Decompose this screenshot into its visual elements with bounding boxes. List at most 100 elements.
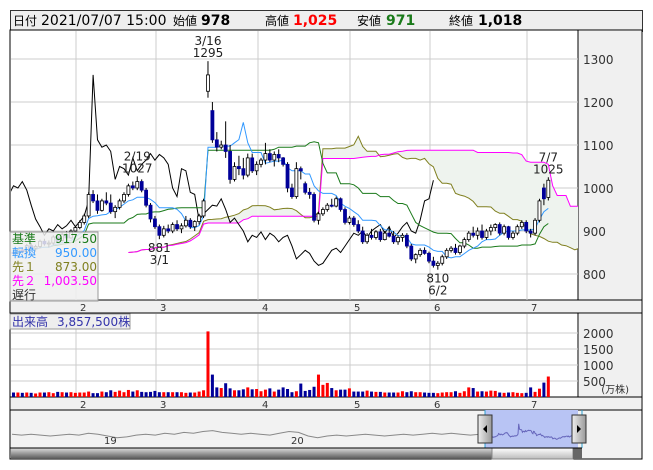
candle-body (161, 228, 166, 236)
volume-bar (290, 392, 294, 397)
volume-bar (268, 388, 272, 397)
volume-bar (281, 387, 285, 397)
candle-body (440, 256, 445, 264)
volume-tick-label: 2000 (583, 327, 614, 341)
candle-body (471, 232, 476, 236)
volume-bar (197, 391, 201, 397)
volume-bar (387, 392, 391, 397)
candle-body (404, 234, 409, 247)
volume-bar (162, 392, 166, 397)
candle-body (298, 168, 303, 172)
senkou2-value: 1,003.50 (44, 274, 97, 288)
candle (537, 198, 542, 223)
senkou1-label: 先１ (12, 260, 36, 274)
volume-bar (409, 391, 413, 397)
volume-bar (118, 390, 122, 397)
volume-bar (445, 392, 449, 397)
candle (338, 197, 343, 212)
candle-body (444, 249, 449, 258)
chikou-label: 遅行 (12, 288, 36, 302)
volume-bar (73, 392, 77, 397)
volume-bar (436, 393, 440, 397)
volume-bar (65, 392, 69, 397)
volume-bar (144, 392, 148, 397)
tenkan-label: 転換 (12, 246, 36, 260)
candle-body (422, 249, 427, 254)
candle-body (237, 166, 241, 170)
candle-body (232, 166, 237, 180)
volume-bar (542, 382, 546, 397)
volume-bar (405, 392, 409, 397)
volume-bar (149, 391, 153, 397)
candle-body (303, 183, 308, 193)
date-tick-label: 4 (262, 400, 268, 411)
scrollbar-track[interactable] (11, 448, 492, 459)
candle-body (263, 153, 268, 161)
candle-body (542, 187, 546, 200)
volume-label-box: 出来高 3,857,500株 (9, 313, 131, 330)
candle-body (219, 144, 224, 148)
candle-body (241, 168, 246, 176)
volume-bar (69, 392, 73, 397)
volume-bar (104, 392, 108, 397)
candle-body (157, 226, 162, 236)
volume-bar (507, 392, 511, 397)
candle-body (351, 217, 356, 225)
candle-body (382, 232, 387, 240)
volume-bar (140, 391, 144, 397)
candle-body (449, 247, 453, 251)
candle-body (533, 219, 537, 234)
volume-bar (126, 389, 130, 397)
candle-body (502, 226, 507, 234)
volume-bar (255, 389, 259, 397)
candle-body (546, 179, 551, 198)
volume-bar (202, 390, 206, 397)
main-date-axis (11, 300, 641, 313)
candle (497, 222, 502, 236)
candle-body (77, 221, 82, 228)
volume-bar (210, 374, 214, 397)
volume-bar (400, 391, 404, 397)
volume-bar (383, 392, 387, 397)
candle (285, 162, 290, 193)
kijun-label: 基準 (12, 231, 36, 246)
candle-body (148, 204, 153, 220)
candle-body (206, 74, 210, 92)
navigator-right-handle[interactable] (571, 414, 587, 444)
volume-bar (131, 391, 135, 397)
candle-body (250, 157, 255, 172)
scrollbar-end (573, 448, 582, 459)
navigator-window[interactable] (485, 410, 578, 448)
candle-body (135, 181, 140, 189)
candle-body (175, 224, 179, 230)
volume-bar (206, 331, 210, 397)
scrollbar-thumb[interactable] (491, 447, 574, 460)
volume-bar (427, 392, 431, 397)
candle-body (391, 235, 396, 243)
volume-bar (467, 387, 471, 397)
candle-body (290, 187, 294, 197)
volume-bar (356, 391, 360, 397)
candle-body (400, 234, 405, 238)
candle-body (329, 204, 334, 207)
volume-value: 3,857,500株 (57, 314, 130, 329)
candle-body (488, 227, 493, 232)
price-tick-label: 1100 (583, 139, 614, 153)
candle-body (537, 200, 542, 221)
candle-body (387, 232, 392, 237)
volume-tick-label: 1500 (583, 343, 614, 357)
navigator-left-handle[interactable] (477, 414, 493, 444)
volume-bar (219, 388, 223, 397)
candle-body (409, 245, 414, 260)
volume-bar (511, 392, 515, 397)
candle (86, 192, 91, 219)
stock-chart-window: 日付 2021/07/07 15:00 始値 978 高値 1,025 安値 9… (0, 0, 653, 470)
volume-bar (100, 391, 104, 397)
candle-body (493, 224, 498, 228)
volume-bar (321, 384, 325, 397)
candle-body (519, 221, 524, 228)
candle-body (347, 217, 352, 223)
volume-bar (91, 393, 95, 397)
volume-bar (272, 391, 276, 397)
price-tick-label: 800 (583, 268, 606, 282)
